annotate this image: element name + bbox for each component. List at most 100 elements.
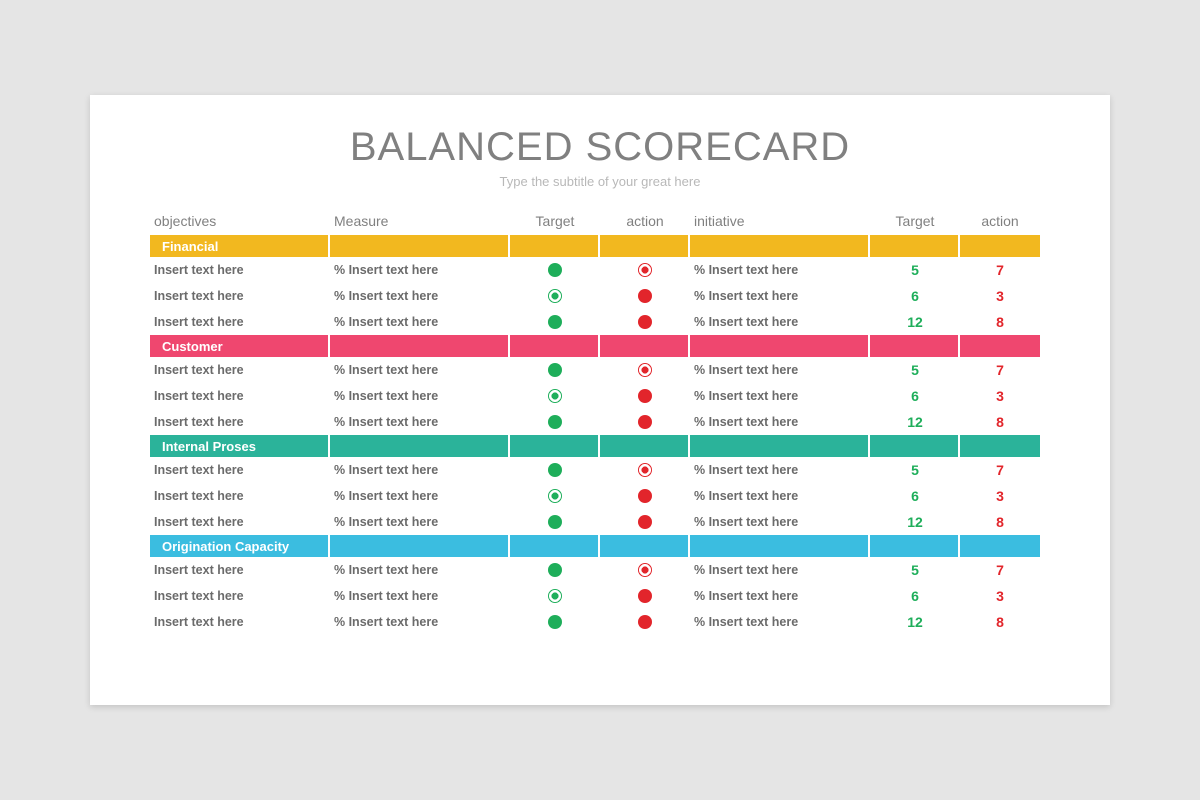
cell-target-value: 12 <box>870 414 960 430</box>
table-row: Insert text here% Insert text here% Inse… <box>150 309 1050 335</box>
section-bar: Internal Proses <box>150 435 1050 457</box>
cell-target-value: 6 <box>870 288 960 304</box>
table-row: Insert text here% Insert text here% Inse… <box>150 283 1050 309</box>
section-bar-segment <box>330 535 508 557</box>
cell-measure: % Insert text here <box>330 609 510 635</box>
status-dot-icon <box>548 289 562 303</box>
section-bar-segment <box>870 235 958 257</box>
table-row: Insert text here% Insert text here% Inse… <box>150 509 1050 535</box>
cell-objective: Insert text here <box>150 309 330 335</box>
status-dot-icon <box>548 489 562 503</box>
section-bar-segment <box>690 435 868 457</box>
slide-subtitle: Type the subtitle of your great here <box>150 174 1050 189</box>
cell-action-value: 3 <box>960 588 1040 604</box>
col-target-1: Target <box>510 207 600 235</box>
status-dot-icon <box>638 389 652 403</box>
cell-objective: Insert text here <box>150 357 330 383</box>
cell-initiative: % Insert text here <box>690 609 870 635</box>
section-bar-segment <box>960 435 1040 457</box>
status-dot-icon <box>638 363 652 377</box>
table-row: Insert text here% Insert text here% Inse… <box>150 409 1050 435</box>
status-dot-icon <box>548 515 562 529</box>
status-dot-icon <box>638 615 652 629</box>
status-dot-icon <box>638 315 652 329</box>
cell-action-dot <box>600 557 690 583</box>
cell-action-value: 8 <box>960 614 1040 630</box>
cell-action-value: 3 <box>960 388 1040 404</box>
cell-objective: Insert text here <box>150 383 330 409</box>
cell-action-dot <box>600 309 690 335</box>
cell-action-value: 8 <box>960 314 1040 330</box>
section-bar-segment <box>960 235 1040 257</box>
cell-action-dot <box>600 383 690 409</box>
section-bar-segment <box>600 235 688 257</box>
cell-initiative: % Insert text here <box>690 457 870 483</box>
cell-objective: Insert text here <box>150 483 330 509</box>
cell-measure: % Insert text here <box>330 509 510 535</box>
cell-initiative: % Insert text here <box>690 309 870 335</box>
cell-target-dot <box>510 357 600 383</box>
table-row: Insert text here% Insert text here% Inse… <box>150 357 1050 383</box>
cell-measure: % Insert text here <box>330 483 510 509</box>
cell-action-dot <box>600 409 690 435</box>
cell-action-value: 7 <box>960 262 1040 278</box>
cell-action-value: 8 <box>960 514 1040 530</box>
cell-action-dot <box>600 483 690 509</box>
cell-target-value: 12 <box>870 614 960 630</box>
section-bar-segment <box>690 335 868 357</box>
section-bar-segment <box>690 535 868 557</box>
section-bar-segment <box>600 435 688 457</box>
status-dot-icon <box>638 515 652 529</box>
section-bar-segment <box>510 235 598 257</box>
cell-target-dot <box>510 509 600 535</box>
cell-action-dot <box>600 583 690 609</box>
status-dot-icon <box>548 263 562 277</box>
cell-measure: % Insert text here <box>330 309 510 335</box>
cell-target-dot <box>510 309 600 335</box>
cell-measure: % Insert text here <box>330 357 510 383</box>
cell-initiative: % Insert text here <box>690 383 870 409</box>
cell-target-dot <box>510 483 600 509</box>
cell-objective: Insert text here <box>150 409 330 435</box>
col-initiative: initiative <box>690 207 870 235</box>
cell-objective: Insert text here <box>150 283 330 309</box>
cell-action-dot <box>600 609 690 635</box>
cell-initiative: % Insert text here <box>690 409 870 435</box>
cell-action-value: 7 <box>960 562 1040 578</box>
status-dot-icon <box>548 389 562 403</box>
cell-target-dot <box>510 257 600 283</box>
cell-target-value: 5 <box>870 462 960 478</box>
slide: BALANCED SCORECARD Type the subtitle of … <box>90 95 1110 705</box>
section-bar-segment <box>960 335 1040 357</box>
cell-action-dot <box>600 357 690 383</box>
status-dot-icon <box>548 589 562 603</box>
table-header-row: objectives Measure Target action initiat… <box>150 207 1050 235</box>
col-objectives: objectives <box>150 207 330 235</box>
cell-action-dot <box>600 457 690 483</box>
table-row: Insert text here% Insert text here% Inse… <box>150 483 1050 509</box>
cell-initiative: % Insert text here <box>690 509 870 535</box>
cell-objective: Insert text here <box>150 583 330 609</box>
cell-target-dot <box>510 557 600 583</box>
table-row: Insert text here% Insert text here% Inse… <box>150 383 1050 409</box>
cell-initiative: % Insert text here <box>690 583 870 609</box>
cell-target-value: 6 <box>870 588 960 604</box>
status-dot-icon <box>548 463 562 477</box>
status-dot-icon <box>638 263 652 277</box>
status-dot-icon <box>548 563 562 577</box>
section-bar-segment <box>330 435 508 457</box>
section-bar-segment <box>870 435 958 457</box>
table-row: Insert text here% Insert text here% Inse… <box>150 583 1050 609</box>
cell-target-dot <box>510 583 600 609</box>
section-bar-segment <box>330 235 508 257</box>
status-dot-icon <box>638 289 652 303</box>
section-bar: Customer <box>150 335 1050 357</box>
cell-measure: % Insert text here <box>330 557 510 583</box>
cell-measure: % Insert text here <box>330 283 510 309</box>
cell-target-value: 12 <box>870 514 960 530</box>
cell-target-dot <box>510 409 600 435</box>
scorecard-table: objectives Measure Target action initiat… <box>150 207 1050 635</box>
cell-objective: Insert text here <box>150 257 330 283</box>
cell-action-dot <box>600 509 690 535</box>
cell-initiative: % Insert text here <box>690 483 870 509</box>
